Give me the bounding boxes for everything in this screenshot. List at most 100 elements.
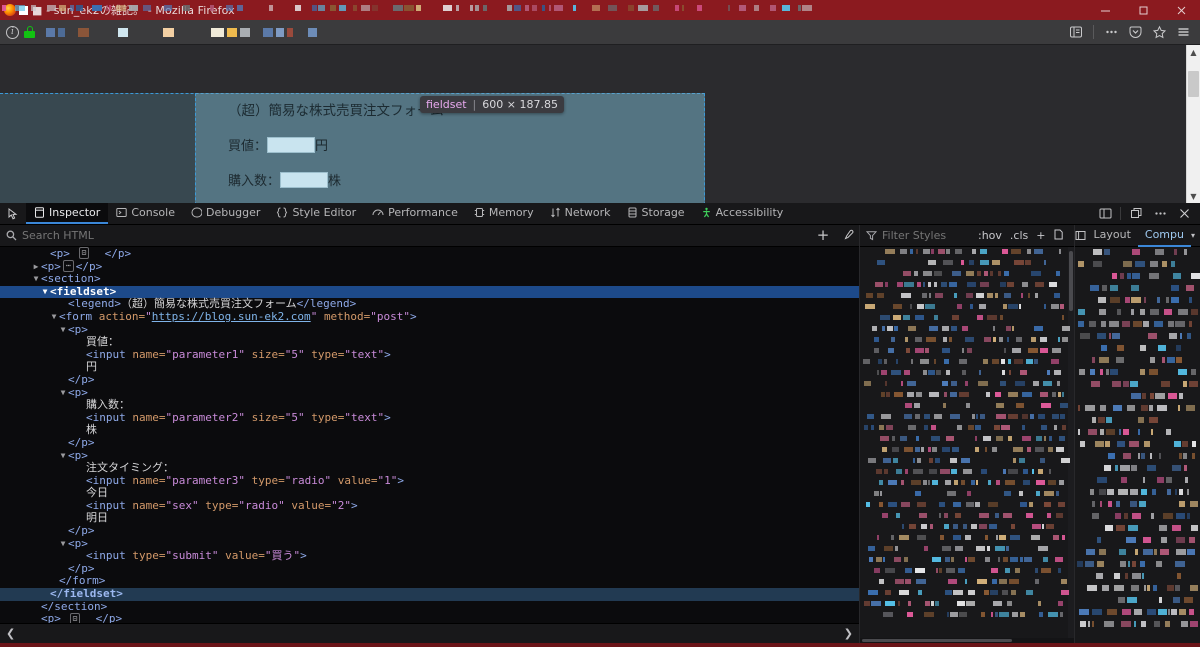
rules-horizontal-scrollbar[interactable] bbox=[860, 638, 1074, 643]
markup-node[interactable]: 購入数： bbox=[0, 399, 859, 412]
markup-node[interactable]: </section> bbox=[0, 600, 859, 614]
page-viewport[interactable]: fieldset | 600 × 187.85 （超）簡易な株式売買注文フォーム… bbox=[0, 45, 1200, 203]
tab-accessibility[interactable]: Accessibility bbox=[693, 203, 792, 224]
cls-toggle[interactable]: .cls bbox=[1006, 229, 1032, 242]
twisty-collapsed-icon[interactable]: ▶ bbox=[31, 261, 41, 274]
add-new-rule-button[interactable]: + bbox=[1032, 229, 1049, 242]
css-rules-redacted[interactable] bbox=[860, 247, 1074, 643]
twisty-expanded-icon[interactable]: ▼ bbox=[58, 450, 68, 463]
tab-layout[interactable]: Layout bbox=[1086, 225, 1137, 247]
price-input[interactable] bbox=[267, 136, 316, 153]
breadcrumb-scroll-left-icon[interactable]: ❮ bbox=[6, 627, 15, 640]
markup-node[interactable]: </p> bbox=[0, 436, 859, 450]
tab-performance[interactable]: Performance bbox=[364, 203, 466, 224]
tab-style-editor[interactable]: Style Editor bbox=[268, 203, 364, 224]
redacted-pixel bbox=[994, 425, 1000, 430]
twisty-expanded-icon[interactable]: ▼ bbox=[31, 273, 41, 286]
markup-node[interactable]: </p> bbox=[0, 373, 859, 387]
redacted-pixel bbox=[1179, 393, 1183, 399]
redacted-pixel bbox=[1035, 447, 1044, 452]
markup-node[interactable]: 注文タイミング： bbox=[0, 461, 859, 475]
close-devtools-icon[interactable] bbox=[1172, 203, 1196, 225]
markup-token-attr: method= bbox=[323, 309, 371, 323]
redacted-pixel bbox=[1140, 369, 1145, 375]
close-button[interactable] bbox=[1162, 0, 1200, 20]
rules-vertical-scrollbar[interactable] bbox=[1068, 247, 1074, 643]
bookmark-star-icon[interactable] bbox=[1148, 22, 1170, 42]
tab-inspector[interactable]: Inspector bbox=[26, 203, 109, 224]
twisty-expanded-icon[interactable]: ▼ bbox=[58, 387, 68, 400]
markup-node[interactable]: <p> ⊡ </p> bbox=[0, 612, 859, 623]
tab-console[interactable]: Console bbox=[108, 203, 183, 224]
minimize-button[interactable] bbox=[1086, 0, 1124, 20]
page-actions-ellipsis-icon[interactable] bbox=[1100, 22, 1122, 42]
markup-node[interactable]: <input name= "parameter2" size= "5" type= "… bbox=[0, 411, 859, 425]
markup-node[interactable]: ▶ <p> ⋯ </p> bbox=[0, 259, 859, 274]
tab-computed[interactable]: Compu bbox=[1137, 225, 1191, 247]
markup-node[interactable]: 株 bbox=[0, 424, 859, 437]
hov-toggle[interactable]: :hov bbox=[974, 229, 1006, 242]
maximize-button[interactable] bbox=[1124, 0, 1162, 20]
page-info-icon[interactable]: i bbox=[6, 25, 19, 39]
markup-token-val: "text" bbox=[344, 347, 385, 361]
twisty-expanded-icon[interactable]: ▼ bbox=[58, 324, 68, 337]
markup-node[interactable]: 買値： bbox=[0, 336, 859, 349]
devtools-options-ellipsis-icon[interactable] bbox=[1148, 203, 1172, 225]
chevron-down-icon[interactable]: ▾ bbox=[1191, 231, 1200, 240]
markup-node[interactable]: <p> ⊡ </p> bbox=[0, 247, 859, 261]
twisty-expanded-icon[interactable]: ▼ bbox=[40, 286, 50, 299]
redacted-pixel bbox=[1006, 326, 1011, 331]
scroll-up-arrow-icon[interactable]: ▲ bbox=[1187, 45, 1200, 59]
app-menu-hamburger-icon[interactable] bbox=[1172, 22, 1194, 42]
redacted-pixel bbox=[1028, 293, 1030, 298]
add-new-node-button[interactable]: + bbox=[811, 228, 835, 243]
filter-styles-input[interactable] bbox=[882, 229, 974, 242]
markup-token-link[interactable]: https://blog.sun-ek2.com bbox=[152, 310, 311, 324]
address-bar-redacted[interactable] bbox=[46, 27, 317, 37]
redacted-pixel bbox=[1047, 513, 1051, 518]
markup-node[interactable]: ▼ <form action= " https://blog.sun-ek2.com "… bbox=[0, 309, 859, 324]
tab-network[interactable]: Network bbox=[542, 203, 619, 224]
markup-node[interactable]: <input name= "sex" type= "radio" value= "2"… bbox=[0, 499, 859, 513]
markup-node[interactable]: </p> bbox=[0, 524, 859, 538]
markup-node[interactable]: <input name= "parameter3" type= "radio" va… bbox=[0, 474, 859, 488]
redacted-pixel bbox=[1034, 249, 1043, 254]
markup-node[interactable]: 今日 bbox=[0, 487, 859, 500]
scrollbar-thumb[interactable] bbox=[1188, 71, 1199, 97]
search-html-input[interactable] bbox=[22, 229, 812, 242]
twisty-expanded-icon[interactable]: ▼ bbox=[58, 538, 68, 551]
twisty-expanded-icon[interactable]: ▼ bbox=[49, 311, 59, 324]
breadcrumb[interactable]: ❮ ❯ bbox=[0, 5, 859, 643]
markup-node[interactable]: ▼ <section> bbox=[0, 273, 859, 286]
reader-mode-icon[interactable] bbox=[1065, 22, 1087, 42]
markup-node[interactable]: 円 bbox=[0, 361, 859, 374]
computed-styles-redacted[interactable] bbox=[1075, 247, 1200, 643]
print-styles-icon[interactable] bbox=[1049, 229, 1068, 243]
markup-node[interactable]: </form> bbox=[0, 575, 859, 588]
responsive-design-mode-icon[interactable] bbox=[1093, 203, 1117, 225]
page-vertical-scrollbar[interactable]: ▲ ▼ bbox=[1186, 45, 1200, 203]
secure-lock-icon[interactable] bbox=[24, 26, 35, 38]
markup-tree[interactable]: <p> ⊡ </p> ▶ <p> ⋯ </p> ▼ <section> ▼ <fieldset>… bbox=[0, 247, 859, 623]
markup-node[interactable]: </p> bbox=[0, 562, 859, 576]
pocket-save-icon[interactable] bbox=[1124, 22, 1146, 42]
dock-separate-window-icon[interactable] bbox=[1124, 203, 1148, 225]
markup-node[interactable]: </fieldset> bbox=[0, 587, 859, 601]
debugger-icon bbox=[191, 207, 202, 218]
markup-node[interactable]: 明日 bbox=[0, 512, 859, 525]
scroll-down-arrow-icon[interactable]: ▼ bbox=[1187, 189, 1200, 203]
tab-memory[interactable]: Memory bbox=[466, 203, 542, 224]
element-picker-icon[interactable] bbox=[0, 203, 26, 224]
markup-node[interactable]: <input name= "parameter1" size= "5" type= "… bbox=[0, 347, 859, 362]
panel-collapse-icon[interactable] bbox=[1075, 225, 1086, 247]
tab-debugger[interactable]: Debugger bbox=[183, 203, 268, 224]
redacted-pixel bbox=[885, 568, 895, 573]
redacted-pixel bbox=[923, 249, 930, 254]
markup-node[interactable]: ▼ <p> bbox=[0, 323, 859, 337]
markup-node[interactable]: <input type= "submit" value= "買う" > bbox=[0, 550, 859, 563]
quantity-input[interactable] bbox=[280, 171, 329, 188]
tab-storage[interactable]: Storage bbox=[619, 203, 693, 224]
redacted-pixel bbox=[1168, 393, 1177, 399]
breadcrumb-scroll-right-icon[interactable]: ❯ bbox=[844, 627, 853, 640]
eyedropper-icon[interactable] bbox=[835, 229, 859, 242]
